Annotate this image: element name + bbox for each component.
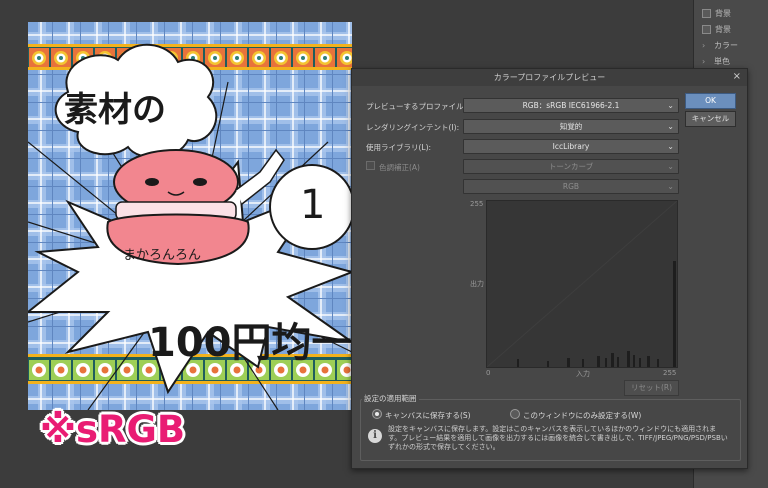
chevron-down-icon: ⌄: [667, 182, 674, 191]
histogram: [486, 200, 678, 368]
preview-profile-label: プレビューするプロファイル(C):: [366, 102, 478, 111]
scope-title: 設定の適用範囲: [362, 393, 419, 404]
artwork-canvas[interactable]: 素材の まかろんろん 1 100円均一: [28, 22, 352, 410]
graph-x-max: 255: [663, 369, 677, 377]
tone-curve-select[interactable]: トーンカーブ ⌄: [463, 159, 679, 174]
radio-this-window-only-label[interactable]: このウィンドウにのみ設定する(W): [523, 410, 641, 421]
graph-x-min: 0: [486, 369, 491, 377]
tone-curve-value: トーンカーブ: [548, 162, 594, 171]
reset-button[interactable]: リセット(R): [624, 380, 679, 396]
radio-this-window-only[interactable]: [510, 409, 520, 419]
layer-row[interactable]: 背景: [702, 22, 764, 36]
preview-profile-select[interactable]: RGB：sRGB IEC61966-2.1 ⌄: [463, 98, 679, 113]
visibility-icon[interactable]: [702, 8, 711, 18]
tone-curve-graph[interactable]: [486, 200, 678, 368]
cancel-button[interactable]: キャンセル: [685, 111, 736, 127]
radio-save-to-canvas[interactable]: [372, 409, 382, 419]
rendering-intent-select[interactable]: 知覚的 ⌄: [463, 119, 679, 134]
radio-save-to-canvas-label[interactable]: キャンバスに保存する(S): [385, 410, 471, 421]
dialog-titlebar[interactable]: カラープロファイルプレビュー ×: [352, 69, 747, 86]
library-label: 使用ライブラリ(L):: [366, 143, 432, 152]
channel-value: RGB: [562, 182, 580, 191]
info-icon: i: [368, 429, 382, 443]
ok-button[interactable]: OK: [685, 93, 736, 109]
layer-row[interactable]: › 単色: [702, 54, 764, 68]
layer-name: カラー: [714, 40, 738, 50]
visibility-icon[interactable]: [702, 24, 711, 34]
layer-name: 単色: [714, 56, 730, 66]
chevron-down-icon: ⌄: [667, 142, 674, 151]
scope-info-text: 設定をキャンバスに保存します。設定はこのキャンバスを表示しているほかのウィンドウ…: [388, 425, 728, 451]
chevron-down-icon: ⌄: [667, 122, 674, 131]
rendering-intent-label: レンダリングインテント(I):: [366, 123, 460, 132]
graph-x-label: 入力: [576, 370, 590, 378]
layer-row[interactable]: › カラー: [702, 38, 764, 52]
graph-y-label: 出力: [470, 280, 484, 288]
layer-row[interactable]: 背景: [702, 6, 764, 20]
layer-name: 背景: [715, 24, 731, 34]
canvas-character-name: まかろんろん: [123, 248, 202, 263]
srgb-note: ※sRGB: [40, 408, 186, 451]
tone-curve-checkbox[interactable]: [366, 161, 375, 170]
library-select[interactable]: IccLibrary ⌄: [463, 139, 679, 154]
color-profile-preview-dialog: カラープロファイルプレビュー × プレビューするプロファイル(C): RGB：s…: [351, 68, 748, 469]
tone-curve-label: 色調補正(A): [379, 163, 420, 172]
canvas-circle-number: 1: [300, 182, 326, 228]
graph-y-max: 255: [470, 200, 484, 208]
library-value: IccLibrary: [552, 142, 590, 151]
canvas-title-text: 素材の: [64, 90, 166, 130]
chevron-down-icon: ⌄: [667, 101, 674, 110]
channel-select[interactable]: RGB ⌄: [463, 179, 679, 194]
layer-name: 背景: [715, 8, 731, 18]
chevron-down-icon: ⌄: [667, 162, 674, 171]
chevron-right-icon[interactable]: ›: [702, 57, 710, 66]
close-icon[interactable]: ×: [733, 71, 741, 82]
preview-profile-value: RGB：sRGB IEC61966-2.1: [522, 101, 620, 110]
dialog-title: カラープロファイルプレビュー: [493, 73, 606, 82]
rendering-intent-value: 知覚的: [559, 122, 583, 131]
canvas-price-text: 100円均一: [148, 320, 352, 366]
chevron-right-icon[interactable]: ›: [702, 41, 710, 50]
